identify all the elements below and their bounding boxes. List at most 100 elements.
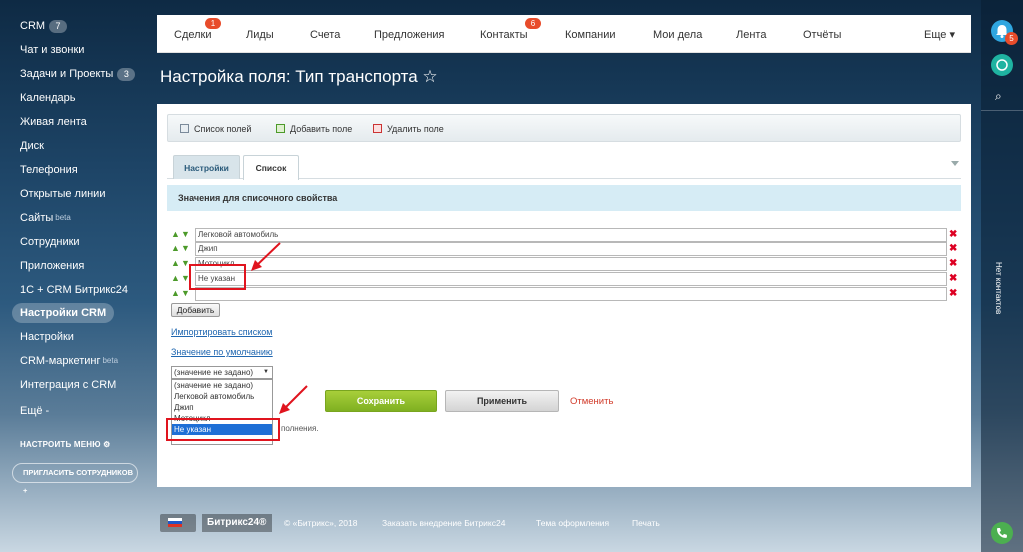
sidebar-item-tasks[interactable]: Задачи и Проекты 3 <box>20 64 136 84</box>
sidebar-item-1c[interactable]: 1С + CRM Битрикс24 <box>20 280 128 300</box>
chevron-down-icon: ▼ <box>263 369 269 375</box>
apply-button[interactable]: Применить <box>445 390 559 412</box>
sidebar-item-employees[interactable]: Сотрудники <box>20 232 80 252</box>
value-input[interactable]: Джип <box>195 242 947 256</box>
value-input[interactable] <box>195 287 947 301</box>
reorder-arrows[interactable]: ▲ ▼ <box>171 289 193 299</box>
delete-row-icon[interactable]: ✖ <box>949 242 957 256</box>
annotation-highlight <box>166 418 280 441</box>
sidebar-item-disk[interactable]: Диск <box>20 136 44 156</box>
theme-link[interactable]: Тема оформления <box>536 518 609 528</box>
sidebar-item-integration[interactable]: Интеграция с CRM <box>20 375 116 395</box>
dropdown-option[interactable]: (значение не задано) <box>172 380 272 391</box>
counter-badge: 6 <box>525 18 541 29</box>
delete-row-icon[interactable]: ✖ <box>949 287 957 301</box>
sidebar-item-settings[interactable]: Настройки <box>20 327 74 347</box>
tab-list[interactable]: Список <box>243 155 299 180</box>
configure-menu-button[interactable]: НАСТРОИТЬ МЕНЮ ⚙ <box>20 440 111 449</box>
divider <box>981 110 1023 111</box>
page-title: Настройка поля: Тип транспорта ☆ <box>160 67 438 86</box>
arrow-up-icon[interactable]: ▲ <box>171 244 180 253</box>
delete-row-icon[interactable]: ✖ <box>949 257 957 271</box>
cancel-link[interactable]: Отменить <box>570 396 613 407</box>
nav-reports[interactable]: Отчёты <box>803 15 841 53</box>
gear-icon: ⚙ <box>103 440 111 449</box>
sidebar-item-crm-marketing[interactable]: CRM-маркетинг beta <box>20 351 118 371</box>
delete-row-icon[interactable]: ✖ <box>949 228 957 242</box>
nav-feed[interactable]: Лента <box>736 15 766 53</box>
arrow-down-icon[interactable]: ▼ <box>181 244 190 253</box>
default-value-link[interactable]: Значение по умолчанию <box>171 347 273 357</box>
nav-quotes[interactable]: Предложения <box>374 15 445 53</box>
default-value-select[interactable]: (значение не задано) ▼ <box>171 366 273 379</box>
print-link[interactable]: Печать <box>632 518 660 528</box>
invite-employees-button[interactable]: ПРИГЛАСИТЬ СОТРУДНИКОВ + <box>12 463 138 495</box>
add-value-button[interactable]: Добавить <box>171 303 220 317</box>
nav-contacts[interactable]: Контакты <box>480 15 528 53</box>
annotation-arrow-icon <box>279 385 308 414</box>
tab-settings[interactable]: Настройки <box>173 155 240 179</box>
import-list-link[interactable]: Импортировать списком <box>171 327 272 337</box>
sidebar-item-more[interactable]: Ещё - <box>20 401 49 421</box>
chat-button[interactable] <box>991 54 1013 76</box>
footer: Битрикс24® © «Битрикс», 2018 Заказать вн… <box>160 510 980 536</box>
list-icon <box>180 124 189 133</box>
dropdown-option[interactable]: Джип <box>172 402 272 413</box>
reorder-arrows[interactable]: ▲ ▼ <box>171 244 193 254</box>
collapse-arrow-icon[interactable] <box>951 161 959 166</box>
sidebar-item-crm[interactable]: CRM 7 <box>20 16 68 36</box>
top-navigation: Сделки 1 Лиды Счета Предложения Контакты… <box>157 15 971 53</box>
plus-icon: + <box>23 486 28 495</box>
add-field-button[interactable]: Добавить поле <box>276 115 352 143</box>
nav-my-activities[interactable]: Мои дела <box>653 15 702 53</box>
language-selector[interactable] <box>160 514 196 532</box>
value-input[interactable]: Не указан <box>195 272 947 286</box>
arrow-down-icon[interactable]: ▼ <box>181 230 190 239</box>
sidebar-item-telephony[interactable]: Телефония <box>20 160 78 180</box>
add-icon <box>276 124 285 133</box>
beta-label: beta <box>102 356 119 365</box>
value-input[interactable]: Легковой автомобиль <box>195 228 947 242</box>
no-contacts-label: Нет контактов <box>994 262 1003 315</box>
dropdown-option[interactable]: Легковой автомобиль <box>172 391 272 402</box>
annotation-highlight <box>189 264 246 290</box>
arrow-up-icon[interactable]: ▲ <box>171 289 180 298</box>
notification-counter: 5 <box>1005 32 1018 45</box>
list-fields-button[interactable]: Список полей <box>180 115 251 143</box>
brand-logo: Битрикс24® <box>202 514 272 532</box>
nav-invoices[interactable]: Счета <box>310 15 340 53</box>
sidebar-item-crm-settings[interactable]: Настройки CRM <box>12 303 115 323</box>
copyright-text: © «Битрикс», 2018 <box>284 518 358 528</box>
reorder-arrows[interactable]: ▲ ▼ <box>171 230 193 240</box>
hint-text: полнения. <box>281 424 319 433</box>
search-icon[interactable]: ⌕ <box>995 89 1002 104</box>
chat-icon <box>996 59 1008 71</box>
phone-button[interactable] <box>991 522 1013 544</box>
value-input[interactable]: Мотоцикл <box>195 257 947 271</box>
arrow-up-icon[interactable]: ▲ <box>171 230 180 239</box>
sidebar-item-chat[interactable]: Чат и звонки <box>20 40 84 60</box>
delete-icon <box>373 124 382 133</box>
sidebar-item-open-lines[interactable]: Открытые линии <box>20 184 105 204</box>
phone-icon <box>997 528 1007 538</box>
delete-field-button[interactable]: Удалить поле <box>373 115 444 143</box>
nav-more[interactable]: Еще ▾ <box>924 15 955 53</box>
arrow-up-icon[interactable]: ▲ <box>171 259 180 268</box>
order-implementation-link[interactable]: Заказать внедрение Битрикс24 <box>382 518 505 528</box>
annotation-arrow-icon <box>251 242 281 271</box>
counter-badge: 7 <box>49 19 68 33</box>
counter-badge: 3 <box>117 67 136 81</box>
left-sidebar: CRM 7 Чат и звонки Задачи и Проекты 3 Кале… <box>0 0 148 552</box>
nav-companies[interactable]: Компании <box>565 15 616 53</box>
flag-stripe <box>168 524 182 527</box>
sidebar-item-sites[interactable]: Сайты beta <box>20 208 71 228</box>
sidebar-item-calendar[interactable]: Календарь <box>20 88 76 108</box>
arrow-up-icon[interactable]: ▲ <box>171 274 180 283</box>
save-button[interactable]: Сохранить <box>325 390 437 412</box>
sidebar-item-feed[interactable]: Живая лента <box>20 112 87 132</box>
delete-row-icon[interactable]: ✖ <box>949 272 957 286</box>
arrow-down-icon[interactable]: ▼ <box>181 289 190 298</box>
nav-leads[interactable]: Лиды <box>246 15 274 53</box>
main-panel: Список полей Добавить поле Удалить поле … <box>157 104 971 487</box>
sidebar-item-apps[interactable]: Приложения <box>20 256 84 276</box>
